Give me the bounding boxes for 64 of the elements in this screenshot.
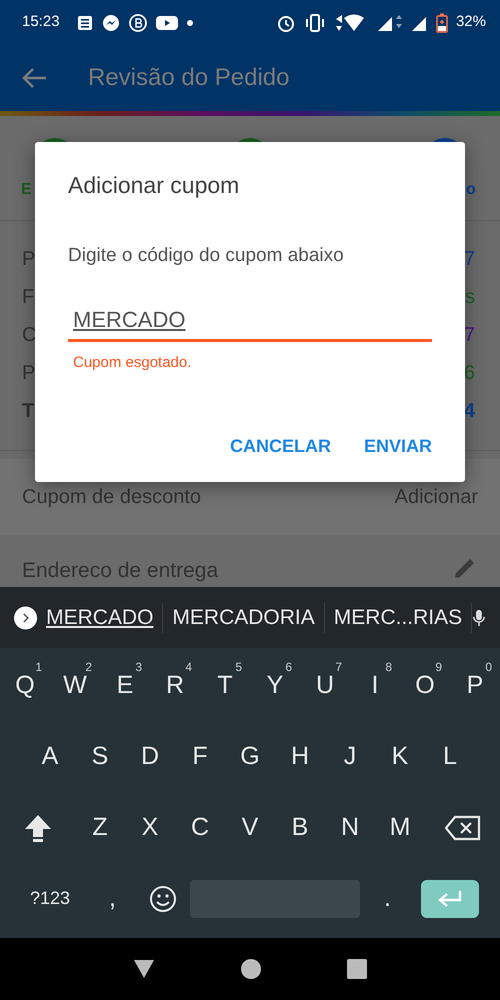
key[interactable]: W 2 bbox=[50, 650, 100, 721]
key[interactable]: R 4 bbox=[150, 650, 200, 721]
suggestion[interactable]: MERC...RIAS bbox=[324, 602, 472, 632]
battery-percent: 32% bbox=[456, 12, 486, 32]
play-icon bbox=[156, 14, 178, 30]
key[interactable]: K bbox=[375, 721, 425, 792]
status-time: 15:23 bbox=[22, 12, 60, 32]
key[interactable]: T 5 bbox=[200, 650, 250, 721]
key[interactable]: I 8 bbox=[350, 650, 400, 721]
enter-arrow-icon bbox=[437, 890, 463, 908]
suggestion[interactable]: MERCADO bbox=[37, 602, 164, 632]
cancel-button[interactable]: CANCELAR bbox=[230, 424, 331, 468]
key[interactable]: P 0 bbox=[450, 650, 500, 721]
summary-value: 7 bbox=[464, 247, 475, 272]
back-arrow-icon[interactable] bbox=[22, 67, 48, 89]
key[interactable]: N bbox=[325, 792, 375, 863]
coupon-input-field[interactable]: MERCADO bbox=[68, 295, 432, 342]
key[interactable]: B bbox=[275, 792, 325, 863]
key[interactable]: Q 1 bbox=[0, 650, 50, 721]
step-label: o bbox=[466, 180, 476, 200]
screen-title: Revisão do Pedido bbox=[88, 63, 290, 93]
battery-icon bbox=[436, 12, 448, 32]
recents-icon[interactable] bbox=[347, 959, 368, 979]
coupon-label: Cupom de desconto bbox=[22, 485, 202, 510]
section-title: Endereco de entrega bbox=[22, 558, 218, 584]
back-icon[interactable] bbox=[132, 959, 155, 979]
summary-value: 7 bbox=[464, 323, 475, 348]
news-icon bbox=[76, 14, 94, 32]
key[interactable]: H bbox=[275, 721, 325, 792]
send-button[interactable]: ENVIAR bbox=[364, 424, 432, 468]
key[interactable]: S bbox=[75, 721, 125, 792]
key[interactable]: X bbox=[125, 792, 175, 863]
key[interactable]: C bbox=[175, 792, 225, 863]
vibrate-icon bbox=[304, 14, 326, 32]
key[interactable]: M bbox=[375, 792, 425, 863]
summary-value: 4 bbox=[464, 399, 475, 424]
dot-icon bbox=[186, 18, 194, 26]
backspace-icon bbox=[444, 815, 480, 842]
key[interactable]: , bbox=[88, 863, 138, 934]
key[interactable]: U 7 bbox=[300, 650, 350, 721]
key[interactable]: A bbox=[25, 721, 75, 792]
home-icon[interactable] bbox=[240, 958, 262, 980]
dialog-message: Digite o código do cupom abaixo bbox=[68, 244, 345, 268]
summary-value: 6 bbox=[464, 361, 475, 386]
smiley-icon bbox=[148, 885, 176, 914]
step-label: E bbox=[21, 180, 32, 200]
key[interactable]: ?123 bbox=[12, 863, 88, 934]
key[interactable]: L bbox=[425, 721, 475, 792]
key[interactable]: Y 6 bbox=[250, 650, 300, 721]
summary-value: s bbox=[465, 285, 475, 310]
dialog-title: Adicionar cupom bbox=[68, 172, 240, 200]
key[interactable]: V bbox=[225, 792, 275, 863]
key[interactable]: D bbox=[125, 721, 175, 792]
key[interactable]: J bbox=[325, 721, 375, 792]
signal-icon bbox=[376, 14, 402, 32]
key[interactable]: . bbox=[362, 863, 412, 934]
shift-arrow-icon bbox=[22, 813, 52, 844]
key[interactable]: E 3 bbox=[100, 650, 150, 721]
key[interactable]: F bbox=[175, 721, 225, 792]
key[interactable]: G bbox=[225, 721, 275, 792]
suggestion[interactable]: MERCADORIA bbox=[163, 602, 325, 632]
key[interactable]: O 9 bbox=[400, 650, 450, 721]
error-message: Cupom esgotado. bbox=[72, 353, 192, 374]
key[interactable]: Z bbox=[75, 792, 125, 863]
